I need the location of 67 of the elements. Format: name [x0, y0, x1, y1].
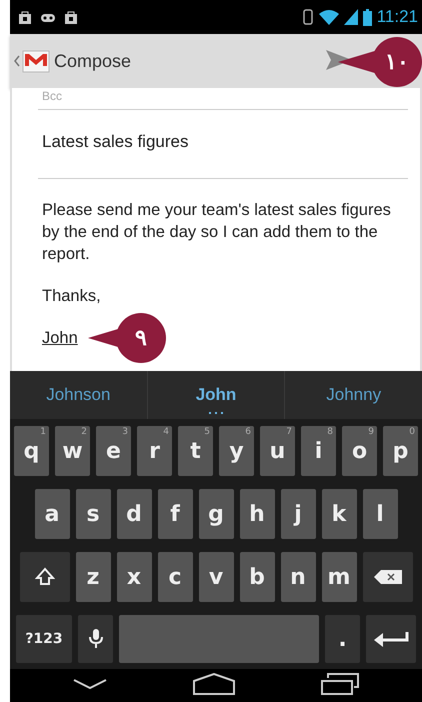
- chevron-down-icon: [73, 678, 107, 690]
- screen-title: Compose: [54, 50, 132, 72]
- letter-key[interactable]: g: [198, 489, 234, 539]
- letter-key[interactable]: f: [158, 489, 192, 539]
- letter-key[interactable]: d: [116, 489, 152, 539]
- letter-key[interactable]: r 4: [137, 426, 172, 476]
- key-hint: 9: [368, 427, 374, 437]
- shopping-bag-icon: [64, 10, 78, 24]
- key-hint: 1: [40, 427, 46, 437]
- wifi-icon: [318, 9, 339, 25]
- letter-key[interactable]: y 6: [219, 426, 254, 476]
- key-hint: 7: [286, 427, 292, 437]
- letter-key[interactable]: h: [240, 489, 274, 539]
- letter-key[interactable]: o 9: [342, 426, 377, 476]
- closing-text: Thanks,: [42, 286, 102, 307]
- letter-key[interactable]: j: [280, 489, 316, 539]
- letter-key[interactable]: k: [322, 489, 356, 539]
- bcc-label: Bcc: [41, 88, 64, 103]
- letter-key[interactable]: x: [116, 552, 152, 602]
- signal-icon: [344, 9, 358, 25]
- microphone-icon: [88, 628, 104, 650]
- letter-key[interactable]: z: [76, 552, 110, 602]
- rotation-icon: [302, 9, 314, 25]
- key-hint: 4: [163, 427, 169, 437]
- letter-key[interactable]: w 2: [55, 426, 90, 476]
- envelope-icon: [22, 48, 50, 74]
- letter-key[interactable]: t 5: [178, 426, 213, 476]
- letter-key[interactable]: e 3: [96, 426, 131, 476]
- letter-key[interactable]: n: [280, 552, 316, 602]
- house-outline-icon: [193, 673, 235, 695]
- letter-key[interactable]: c: [158, 552, 192, 602]
- letter-key[interactable]: i 8: [301, 426, 336, 476]
- enter-key[interactable]: [366, 615, 416, 663]
- letter-key[interactable]: a: [34, 489, 70, 539]
- suggestion[interactable]: Johnny: [284, 371, 422, 419]
- symbols-key[interactable]: ?123: [16, 615, 72, 663]
- suggestion[interactable]: Johnson: [10, 371, 147, 419]
- letter-key[interactable]: v: [198, 552, 234, 602]
- letter-key[interactable]: p 0: [383, 426, 418, 476]
- key-hint: 8: [327, 427, 333, 437]
- key-hint: 2: [81, 427, 87, 437]
- message-text: Please send me your team's latest sales figures by the end of the day so I can add them to the report.: [42, 200, 392, 265]
- key-hint: 0: [409, 427, 415, 437]
- stacked-windows-icon: [321, 673, 359, 695]
- key-hint: 3: [122, 427, 128, 437]
- shift-key[interactable]: [20, 552, 70, 602]
- letter-key[interactable]: l: [362, 489, 398, 539]
- signature-text: John: [42, 329, 78, 347]
- letter-key[interactable]: m: [322, 552, 356, 602]
- letter-key[interactable]: u 7: [260, 426, 295, 476]
- letter-key[interactable]: b: [240, 552, 274, 602]
- battery-icon: [362, 8, 372, 26]
- clock-time: 11:21: [376, 7, 418, 27]
- key-hint: 6: [245, 427, 251, 437]
- backspace-icon: [374, 569, 402, 585]
- letter-key[interactable]: q 1: [14, 426, 49, 476]
- enter-arrow-icon: [373, 630, 409, 648]
- backspace-key[interactable]: [362, 552, 412, 602]
- suggestion[interactable]: John: [146, 371, 284, 419]
- chevron-left-icon: [14, 55, 20, 67]
- period-key[interactable]: .: [325, 615, 360, 663]
- key-hint: 5: [204, 427, 210, 437]
- shift-icon: [34, 567, 54, 587]
- letter-key[interactable]: s: [76, 489, 110, 539]
- microphone-key[interactable]: [78, 615, 113, 663]
- shopping-bag-icon: [18, 10, 32, 24]
- subject-field[interactable]: Latest sales figures: [38, 110, 408, 172]
